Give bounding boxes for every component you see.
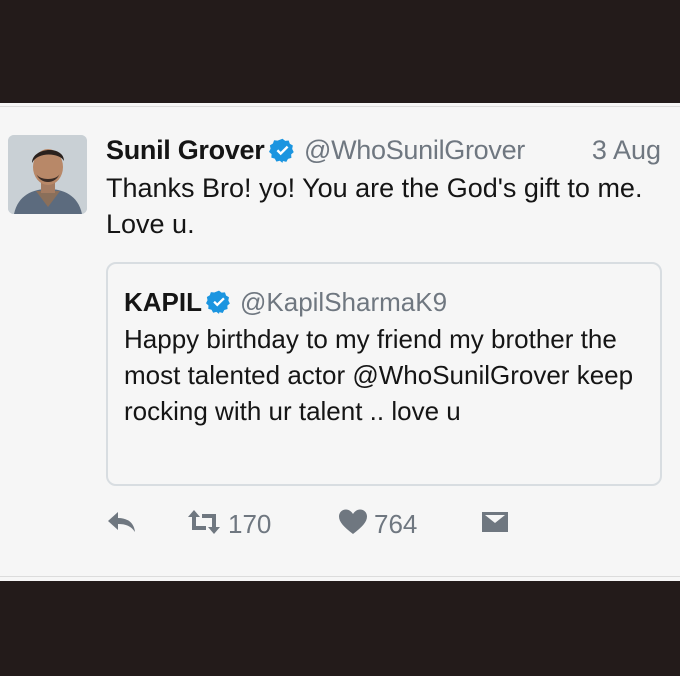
author-handle[interactable]: @WhoSunilGrover	[304, 133, 525, 167]
reply-icon	[106, 508, 138, 541]
verified-badge-icon	[206, 289, 232, 315]
tweet-header: Sunil Grover @WhoSunilGrover 3 Aug	[106, 133, 666, 167]
tweet-text: Thanks Bro! yo! You are the God's gift t…	[106, 173, 643, 239]
quoted-tweet-card[interactable]: KAPIL @KapilSharmaK9 Happy birthday to m…	[106, 262, 662, 486]
like-count: 764	[374, 508, 418, 539]
divider-bottom	[0, 576, 680, 577]
tweet-actions: 170 764	[100, 506, 520, 542]
top-dark-band	[0, 0, 680, 103]
quoted-author-handle: @KapilSharmaK9	[240, 287, 448, 317]
avatar[interactable]	[8, 135, 87, 214]
divider-top	[0, 106, 680, 107]
reply-button[interactable]	[106, 506, 138, 542]
direct-message-button[interactable]	[480, 506, 510, 542]
bottom-dark-band	[0, 581, 680, 676]
verified-badge-icon	[269, 137, 296, 164]
retweet-icon	[186, 508, 222, 541]
like-button[interactable]: 764	[338, 506, 417, 542]
tweet-date[interactable]: 3 Aug	[592, 133, 661, 167]
quoted-author-name: KAPIL	[124, 287, 202, 317]
author-name[interactable]: Sunil Grover	[106, 133, 265, 167]
retweet-button[interactable]: 170	[186, 506, 271, 542]
heart-icon	[338, 508, 368, 541]
quoted-tweet-text: Happy birthday to my friend my brother t…	[124, 324, 634, 426]
retweet-count: 170	[228, 508, 272, 539]
direct-message-icon	[480, 509, 510, 540]
